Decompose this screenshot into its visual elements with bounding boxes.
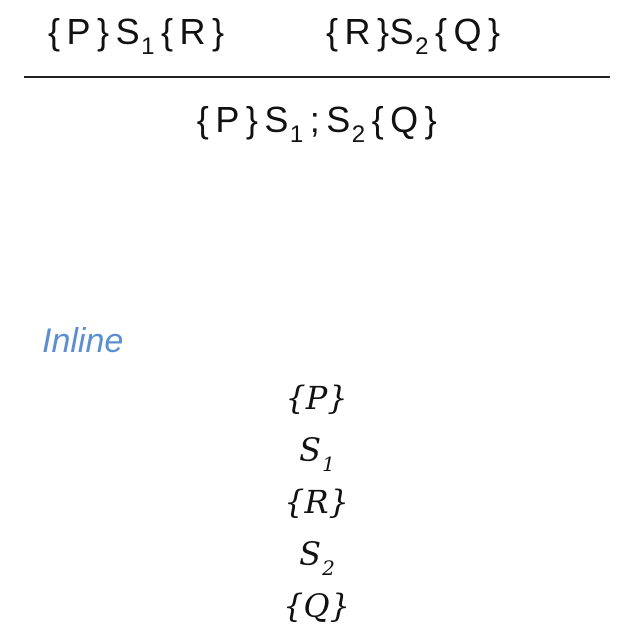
inline-line-subscript: 2 bbox=[322, 556, 335, 580]
inline-line: {P} bbox=[0, 372, 634, 424]
brace-close: } bbox=[487, 11, 501, 52]
inline-line: {Q} bbox=[0, 580, 634, 632]
statement-subscript: 2 bbox=[351, 121, 366, 148]
postcondition: Q bbox=[453, 11, 482, 52]
brace-open: { bbox=[434, 11, 448, 52]
brace-close: } bbox=[424, 99, 438, 140]
inline-line: S1 bbox=[0, 424, 634, 476]
brace-close: } bbox=[377, 11, 390, 52]
inline-line-text: {R} bbox=[284, 483, 349, 521]
inline-line-text: S bbox=[299, 431, 322, 469]
inline-line: S2 bbox=[0, 528, 634, 580]
inline-line-text: {P} bbox=[285, 379, 348, 417]
precondition: P bbox=[215, 99, 240, 140]
premise-left: {P} S1{R} bbox=[48, 11, 225, 59]
postcondition: Q bbox=[390, 99, 419, 140]
inline-heading: Inline bbox=[42, 322, 124, 360]
brace-open: { bbox=[196, 99, 210, 140]
sequence-separator: ; bbox=[309, 99, 321, 140]
inline-line-subscript: 1 bbox=[322, 452, 335, 476]
precondition: P bbox=[66, 11, 92, 52]
statement-subscript: 1 bbox=[141, 33, 155, 60]
inference-line bbox=[24, 76, 610, 78]
statement-subscript: 2 bbox=[415, 33, 429, 60]
premise-right: {R}S2{Q} bbox=[326, 11, 501, 59]
sequence-rule: {P} S1{R} {R}S2{Q} {P} S1; S2{Q} bbox=[0, 0, 634, 160]
statement: S bbox=[264, 99, 289, 140]
inline-line-text: S bbox=[299, 535, 322, 573]
brace-open: { bbox=[160, 11, 174, 52]
inline-line-text: {Q} bbox=[283, 587, 350, 625]
inline-line: {R} bbox=[0, 476, 634, 528]
brace-close: } bbox=[97, 11, 110, 52]
precondition: R bbox=[344, 11, 372, 52]
postcondition: R bbox=[179, 11, 206, 52]
conclusion: {P} S1; S2{Q} bbox=[0, 99, 634, 147]
brace-open: { bbox=[48, 11, 61, 52]
brace-open: { bbox=[326, 11, 339, 52]
inline-section: Inline {P} S1 {R} S2 {Q} bbox=[0, 310, 634, 640]
brace-close: } bbox=[211, 11, 225, 52]
statement: S bbox=[326, 99, 351, 140]
statement: S bbox=[115, 11, 141, 52]
statement: S bbox=[389, 11, 415, 52]
brace-close: } bbox=[245, 99, 259, 140]
brace-open: { bbox=[371, 99, 385, 140]
inline-proof-list: {P} S1 {R} S2 {Q} bbox=[0, 372, 634, 632]
statement-subscript: 1 bbox=[289, 121, 304, 148]
